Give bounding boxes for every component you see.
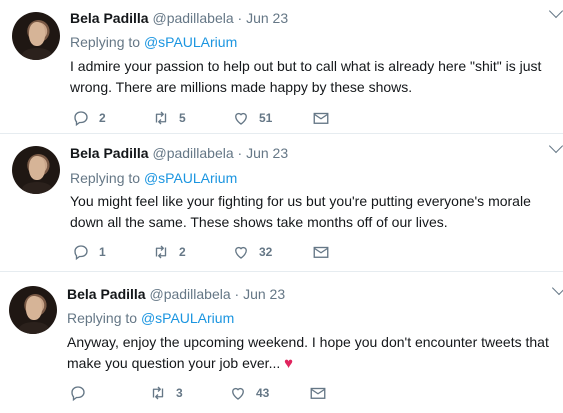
separator-dot: · — [237, 10, 243, 26]
tweet-text: Anyway, enjoy the upcoming weekend. I ho… — [67, 332, 557, 374]
mention-link[interactable]: @sPAULArium — [144, 34, 237, 50]
display-name[interactable]: Bela Padilla — [70, 10, 149, 26]
chevron-down-icon[interactable] — [548, 3, 563, 19]
reply-count: 2 — [99, 111, 106, 125]
like-count: 51 — [259, 111, 273, 125]
tweet-text-line: down all the same. These shows take mont… — [70, 214, 448, 230]
red-heart-emoji: ♥ — [284, 355, 294, 372]
separator-dot: · — [237, 145, 243, 161]
reply-button[interactable]: 1 — [72, 242, 106, 262]
tweet-text-line: Anyway, enjoy the upcoming weekend. I ho… — [67, 334, 549, 350]
tweet[interactable]: Bela Padilla @padillabela · Jun 23 Reply… — [0, 0, 563, 132]
mention-link[interactable]: @sPAULArium — [141, 310, 234, 326]
replying-to-label: Replying to — [67, 310, 138, 326]
envelope-icon — [310, 387, 326, 399]
tweet[interactable]: Bela Padilla @padillabela · Jun 23 Reply… — [0, 134, 563, 268]
like-button[interactable]: 43 — [229, 383, 269, 403]
envelope-icon — [313, 112, 329, 124]
user-handle[interactable]: @padillabela — [149, 286, 230, 302]
user-handle[interactable]: @padillabela — [152, 145, 233, 161]
reply-icon — [74, 111, 88, 127]
reply-icon — [71, 386, 85, 402]
avatar[interactable] — [9, 286, 57, 334]
tweet-timestamp[interactable]: Jun 23 — [246, 10, 288, 26]
avatar[interactable] — [12, 146, 60, 194]
tweet-text-line: You might feel like your fighting for us… — [70, 193, 531, 209]
tweet[interactable]: Bela Padilla @padillabela · Jun 23 Reply… — [0, 272, 563, 413]
retweet-icon — [155, 245, 167, 259]
retweet-button[interactable]: 2 — [152, 242, 186, 262]
like-button[interactable]: 32 — [232, 242, 272, 262]
separator-dot: · — [234, 286, 240, 302]
replying-to: Replying to @sPAULArium — [70, 33, 237, 51]
retweet-button[interactable]: 3 — [149, 383, 183, 403]
display-name[interactable]: Bela Padilla — [70, 145, 149, 161]
chevron-down-icon[interactable] — [551, 280, 563, 296]
replying-to-label: Replying to — [70, 170, 141, 186]
heart-icon — [235, 112, 247, 125]
tweet-actions: 1 2 32 — [72, 242, 332, 262]
replying-to: Replying to @sPAULArium — [67, 309, 234, 327]
retweet-button[interactable]: 5 — [152, 108, 186, 128]
retweet-count: 3 — [176, 386, 183, 400]
replying-to: Replying to @sPAULArium — [70, 169, 237, 187]
tweet-text-line: make you question your job ever... ♥ — [67, 353, 557, 374]
like-button[interactable]: 51 — [232, 108, 272, 128]
retweet-count: 2 — [179, 245, 186, 259]
direct-message-button[interactable] — [312, 242, 339, 262]
tweet-actions: 3 43 — [69, 383, 329, 403]
retweet-icon — [152, 386, 164, 400]
mention-link[interactable]: @sPAULArium — [144, 170, 237, 186]
direct-message-button[interactable] — [309, 383, 336, 403]
tweet-header: Bela Padilla @padillabela · Jun 23 — [67, 285, 285, 303]
reply-icon — [74, 245, 88, 261]
replying-to-label: Replying to — [70, 34, 141, 50]
display-name[interactable]: Bela Padilla — [67, 286, 146, 302]
like-count: 43 — [256, 386, 270, 400]
tweet-text-line: I admire your passion to help out but to… — [70, 58, 542, 74]
tweet-text-line-content: make you question your job ever... — [67, 355, 281, 371]
retweet-icon — [155, 111, 167, 125]
reply-count: 1 — [99, 245, 106, 259]
tweet-header: Bela Padilla @padillabela · Jun 23 — [70, 144, 288, 162]
avatar[interactable] — [12, 12, 60, 60]
tweet-actions: 2 5 51 — [72, 108, 332, 128]
tweet-timestamp[interactable]: Jun 23 — [243, 286, 285, 302]
tweet-text: I admire your passion to help out but to… — [70, 56, 560, 98]
user-handle[interactable]: @padillabela — [152, 10, 233, 26]
tweet-text-line: wrong. There are millions made happy by … — [70, 79, 413, 95]
like-count: 32 — [259, 245, 273, 259]
reply-button[interactable]: 2 — [72, 108, 106, 128]
retweet-count: 5 — [179, 111, 186, 125]
heart-icon — [235, 246, 247, 259]
direct-message-button[interactable] — [312, 108, 339, 128]
tweet-text: You might feel like your fighting for us… — [70, 191, 560, 233]
reply-button[interactable] — [69, 383, 96, 403]
tweet-header: Bela Padilla @padillabela · Jun 23 — [70, 9, 288, 27]
tweet-timestamp[interactable]: Jun 23 — [246, 145, 288, 161]
heart-icon — [232, 387, 244, 400]
envelope-icon — [313, 246, 329, 258]
chevron-down-icon[interactable] — [548, 138, 563, 154]
